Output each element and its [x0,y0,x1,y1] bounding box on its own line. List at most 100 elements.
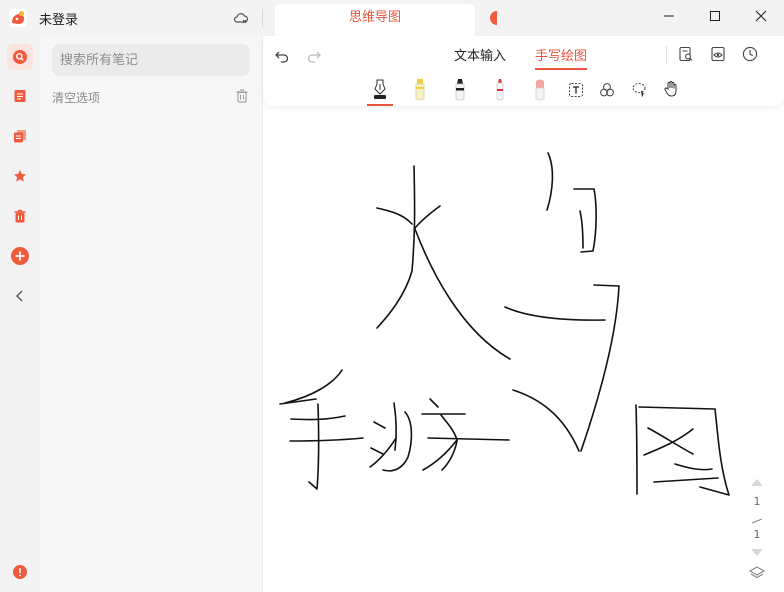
chevron-left-icon [16,290,23,302]
page-current: 1 [753,495,761,508]
sidebar-item-feedback[interactable] [7,559,33,585]
page-down-icon[interactable] [750,548,764,557]
page-indicator: 1 1 [747,472,767,585]
sidebar-item-notes[interactable] [7,83,33,109]
ink-stroke [308,403,320,490]
close-button[interactable] [738,0,784,32]
tool-marker[interactable] [450,78,470,104]
ink-stroke [546,152,554,211]
ink-stroke [369,437,397,468]
ink-stroke [422,414,458,471]
ink-stroke [653,477,719,483]
ink-stroke [284,369,343,404]
sidebar-item-search[interactable] [7,44,33,70]
tab-separator [262,9,263,27]
ink-stroke [573,188,597,253]
lasso-select-icon [632,83,646,98]
ink-stroke [376,207,413,225]
hand-icon [664,81,677,97]
page-divider-icon [751,518,763,524]
sidebar-rail [0,36,40,592]
undo-button[interactable] [273,47,291,65]
marker-icon [455,79,465,101]
ink-stroke [643,428,694,456]
redo-button[interactable] [305,47,323,65]
notebook-icon [14,130,26,143]
ink-stroke [289,437,364,442]
ink-stroke [414,205,441,229]
preview-button[interactable] [709,45,727,63]
sidebar-item-notebooks[interactable] [7,123,33,149]
ink-stroke [373,421,386,429]
notes-list-panel: 清空选项 [40,36,263,592]
tab-next[interactable] [487,11,497,25]
highlighter-icon [415,79,425,101]
clock-icon [742,46,758,62]
tab-mindmap-label: 思维导图 [348,10,401,25]
page-up-icon[interactable] [750,478,764,487]
ink-stroke [382,411,413,472]
doc-search-icon [679,46,693,62]
clear-options-label[interactable]: 清空选项 [52,89,100,106]
page-total: 1 [753,528,761,541]
text-box-icon [569,83,583,97]
sidebar-item-trash[interactable] [7,203,33,229]
title-bar: 未登录 思维导图 [0,0,784,36]
sidebar-item-favorites[interactable] [7,163,33,189]
ink-stroke [504,306,606,321]
tool-eraser[interactable] [530,78,550,104]
ink-stroke [441,440,458,471]
doc-eye-icon [711,46,725,62]
mode-tab-text[interactable]: 文本输入 [454,45,506,68]
login-status[interactable]: 未登录 [39,9,78,28]
handwriting-canvas[interactable] [263,36,784,592]
layers-icon[interactable] [748,565,766,581]
tool-red-pen[interactable] [490,78,510,104]
minimize-icon [664,15,674,17]
cloud-sync-icon[interactable] [233,10,249,26]
ink-stroke [580,284,620,452]
minimize-button[interactable] [646,0,692,32]
ink-stroke [376,165,416,329]
tab-mindmap[interactable]: 思维导图 [275,4,475,36]
editor-toolbar: 文本输入 手写绘图 [263,36,784,106]
tool-fountain-pen[interactable] [367,78,393,106]
plus-circle-icon [11,247,29,265]
fountain-pen-icon [374,79,386,99]
sidebar-item-new[interactable] [7,243,33,269]
tool-text-box[interactable] [566,78,586,104]
ink-stroke [674,463,713,471]
eraser-icon [535,79,545,101]
close-icon [755,10,767,22]
note-icon [14,90,26,102]
ink-stroke [579,210,584,249]
maximize-button[interactable] [692,0,738,32]
ink-stroke [370,447,384,455]
ink-stroke [635,404,638,495]
shapes-icon [600,83,614,97]
tool-lasso[interactable] [630,78,650,104]
ink-stroke [512,389,580,452]
ink-stroke [429,398,439,408]
clear-trash-icon[interactable] [234,88,250,104]
red-pen-icon [496,79,504,101]
toolbar-divider [666,46,667,64]
trash-icon [14,209,26,223]
tool-pan[interactable] [661,78,681,104]
ink-stroke [393,402,397,451]
editor-area: 文本输入 手写绘图 1 1 [263,36,784,592]
search-input[interactable] [52,44,250,76]
sidebar-collapse-button[interactable] [7,283,33,309]
redo-icon [307,51,321,63]
mode-tab-handwrite[interactable]: 手写绘图 [535,45,588,70]
maximize-icon [710,11,720,21]
search-icon [13,50,27,64]
history-button[interactable] [741,45,759,63]
star-icon [14,170,26,182]
ink-stroke [414,228,511,360]
tool-highlighter[interactable] [410,78,430,104]
tool-shapes[interactable] [597,78,617,104]
app-logo [9,9,27,27]
find-in-note-button[interactable] [677,45,695,63]
alert-icon [13,565,27,579]
